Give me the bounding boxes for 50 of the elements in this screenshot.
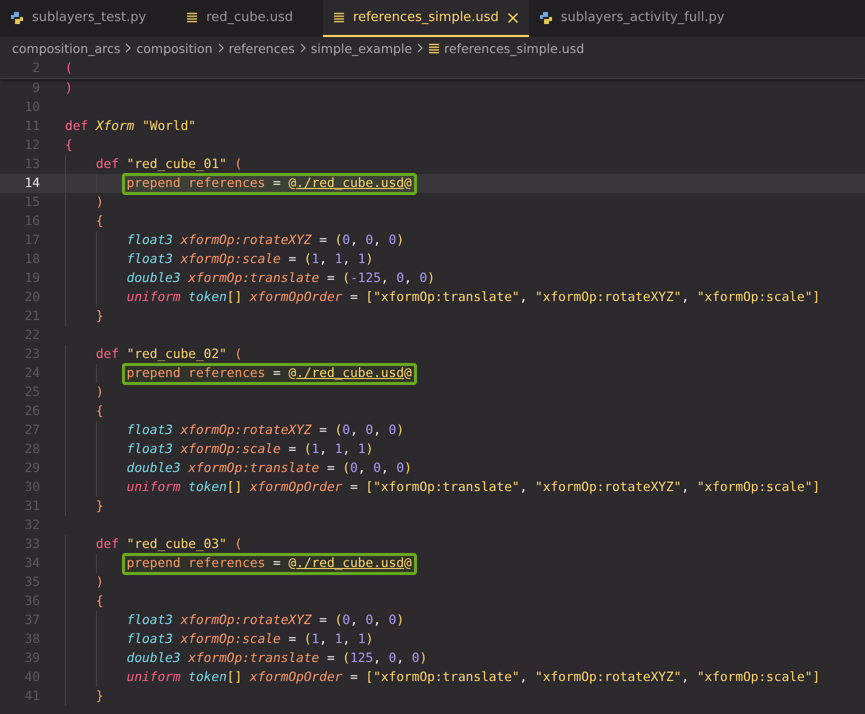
code-line: ) xyxy=(65,573,104,592)
code-line: uniform token[] xformOpOrder = ["xformOp:translate", "xformOp:rotateXYZ", "xformOp:scale"] xyxy=(65,478,820,497)
code-line: } xyxy=(65,497,104,516)
file-lines-icon xyxy=(333,12,346,23)
code-line: ) xyxy=(65,193,104,212)
editor-tab[interactable]: sublayers_activity_full.py xyxy=(528,0,754,37)
code-line: double3 xformOp:translate = (0, 0, 0) xyxy=(65,459,412,478)
breadcrumb-item[interactable]: simple_example xyxy=(310,40,412,56)
code-line: } xyxy=(65,307,104,326)
code-line: float3 xformOp:scale = (1, 1, 1) xyxy=(65,630,374,649)
breadcrumb-item[interactable]: references_simple.usd xyxy=(444,40,584,56)
code-line: float3 xformOp:rotateXYZ = (0, 0, 0) xyxy=(65,421,404,440)
code-line: def Xform "World" xyxy=(65,118,196,136)
code-line: { xyxy=(65,402,104,421)
editor-tab[interactable]: references_simple.usd xyxy=(323,0,529,37)
file-lines-icon xyxy=(186,12,198,23)
code-line: ( xyxy=(65,60,73,78)
code-line: { xyxy=(65,137,73,155)
editor-tab[interactable]: red_cube.usd xyxy=(176,0,324,37)
chevron-right-icon xyxy=(124,43,132,53)
chevron-right-icon xyxy=(216,43,225,53)
code-line: ) xyxy=(65,383,104,402)
code-line: def "red_cube_02" ( xyxy=(65,345,242,364)
reference-highlight: prepend references = @./red_cube.usd@ xyxy=(122,552,417,574)
code-line: double3 xformOp:translate = (-125, 0, 0) xyxy=(65,269,435,288)
code-line: float3 xformOp:rotateXYZ = (0, 0, 0) xyxy=(65,611,404,630)
code-line: { xyxy=(65,592,104,611)
breadcrumb-item[interactable]: composition_arcs xyxy=(12,40,120,56)
reference-highlight: prepend references = @./red_cube.usd@ xyxy=(122,172,417,194)
python-file-icon xyxy=(538,10,553,24)
reference-highlight: prepend references = @./red_cube.usd@ xyxy=(122,362,417,384)
code-line: def "red_cube_03" ( xyxy=(65,535,242,554)
close-icon[interactable] xyxy=(506,12,519,24)
code-line: float3 xformOp:scale = (1, 1, 1) xyxy=(65,440,374,459)
breadcrumb-item[interactable]: references xyxy=(228,40,295,56)
code-line: uniform token[] xformOpOrder = ["xformOp:translate", "xformOp:rotateXYZ", "xformOp:scale"] xyxy=(65,288,820,307)
code-line: uniform token[] xformOpOrder = ["xformOp:translate", "xformOp:rotateXYZ", "xformOp:scale"] xyxy=(65,668,820,687)
code-line: double3 xformOp:translate = (125, 0, 0) xyxy=(65,649,428,668)
editor-tab[interactable]: sublayers_test.py xyxy=(0,0,176,37)
chevron-right-icon xyxy=(298,43,307,53)
breadcrumb-item[interactable]: composition xyxy=(136,40,213,56)
code-line: ) xyxy=(65,80,73,98)
python-file-icon xyxy=(10,10,24,24)
code-line: } xyxy=(65,687,104,706)
code-line: float3 xformOp:rotateXYZ = (0, 0, 0) xyxy=(65,231,404,250)
code-line: float3 xformOp:scale = (1, 1, 1) xyxy=(65,250,374,269)
chevron-right-icon xyxy=(416,43,424,53)
line-number: 14 xyxy=(24,176,40,191)
file-lines-icon xyxy=(428,42,440,54)
code-line: { xyxy=(65,212,104,231)
